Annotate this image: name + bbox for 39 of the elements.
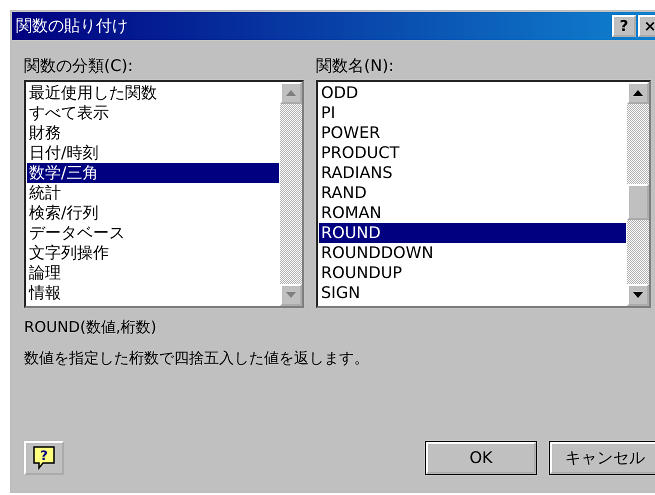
cancel-button[interactable]: キャンセル (550, 442, 655, 474)
list-item[interactable]: SIGN (319, 283, 626, 303)
list-item[interactable]: RADIANS (319, 163, 626, 183)
list-item[interactable]: 情報 (27, 283, 279, 303)
list-item[interactable]: 数学/三角 (27, 163, 279, 183)
list-item[interactable]: 論理 (27, 263, 279, 283)
function-description: 数値を指定した桁数で四捨五入した値を返します。 (23, 348, 370, 368)
list-item[interactable]: ROMAN (319, 203, 626, 223)
list-item[interactable]: ROUNDDOWN (319, 243, 626, 263)
help-button[interactable]: ? (612, 15, 636, 37)
list-label: 関数名(N): (316, 55, 395, 77)
list-item[interactable]: POWER (319, 123, 626, 143)
function-syntax: ROUND(数値,桁数) (23, 317, 158, 338)
list-item[interactable]: PRODUCT (319, 143, 626, 163)
scrollbar-thumb[interactable] (627, 184, 649, 220)
list-item[interactable]: データベース (27, 223, 279, 243)
down-arrow-icon (286, 292, 296, 298)
close-button[interactable]: × (638, 15, 655, 37)
up-arrow-icon (286, 90, 296, 96)
list-item[interactable]: すべて表示 (27, 103, 279, 123)
down-arrow-icon (633, 292, 643, 298)
list-item[interactable]: ODD (319, 83, 626, 103)
list-item[interactable]: 統計 (27, 183, 279, 203)
scrollbar[interactable] (627, 82, 649, 306)
list-item[interactable]: 財務 (27, 123, 279, 143)
list-item[interactable]: ROUND (319, 223, 626, 243)
help-button[interactable]: ? (24, 441, 64, 475)
help-icon: ? (33, 446, 55, 470)
up-arrow-icon (633, 90, 643, 96)
window-title: 関数の貼り付け (16, 15, 129, 37)
list-item[interactable]: PI (319, 103, 626, 123)
list-item[interactable]: 最近使用した関数 (27, 83, 279, 103)
list-item[interactable]: ROUNDUP (319, 263, 626, 283)
list-item[interactable]: RAND (319, 183, 626, 203)
list-label: 関数の分類(C): (24, 55, 134, 77)
list-item[interactable]: 日付/時刻 (27, 143, 279, 163)
list-item[interactable]: 検索/行列 (27, 203, 279, 223)
list-item[interactable]: 文字列操作 (27, 243, 279, 263)
ok-button[interactable]: OK (426, 442, 536, 474)
